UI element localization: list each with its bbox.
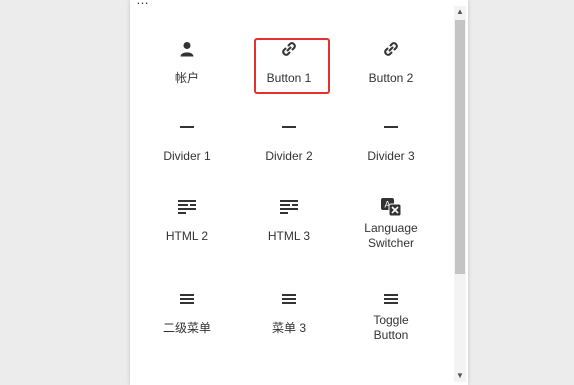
panel-top-edge: … — [130, 0, 468, 7]
block-picker-panel: … 帐户 Button 1 Button 2 Divider — [130, 0, 468, 385]
scrollbar-thumb[interactable] — [455, 20, 465, 274]
block-item-html-2[interactable]: HTML 2 — [136, 186, 238, 278]
block-item-label: Divider 3 — [367, 149, 415, 163]
language-icon: A — [340, 198, 442, 216]
link-icon — [340, 40, 442, 58]
selection-highlight — [254, 38, 330, 94]
block-item-label: 帐户 — [174, 71, 199, 85]
block-item-submenu[interactable]: 二级菜单 — [136, 278, 238, 366]
block-item-menu-3[interactable]: 菜单 3 — [238, 278, 340, 366]
block-item-label: 菜单 3 — [271, 321, 306, 335]
divider-icon — [340, 118, 442, 136]
block-item-label: HTML 3 — [267, 229, 311, 243]
block-item-label: 二级菜单 — [162, 321, 211, 335]
block-item-toggle-button[interactable]: Toggle Button — [340, 278, 442, 366]
block-item-label: Divider 1 — [163, 149, 211, 163]
menu-icon — [340, 290, 442, 308]
vertical-scrollbar[interactable]: ▲ ▼ — [454, 6, 466, 382]
block-item-account[interactable]: 帐户 — [136, 28, 238, 106]
text-lines-icon — [136, 198, 238, 216]
block-item-divider-2[interactable]: Divider 2 — [238, 106, 340, 186]
text-lines-icon — [238, 198, 340, 216]
scroll-down-arrow-icon[interactable]: ▼ — [454, 370, 466, 382]
block-item-label: HTML 2 — [165, 229, 209, 243]
block-item-divider-3[interactable]: Divider 3 — [340, 106, 442, 186]
divider-icon — [136, 118, 238, 136]
menu-icon — [238, 290, 340, 308]
block-item-html-3[interactable]: HTML 3 — [238, 186, 340, 278]
block-item-label: Divider 2 — [265, 149, 313, 163]
block-item-button-2[interactable]: Button 2 — [340, 28, 442, 106]
divider-icon — [238, 118, 340, 136]
block-item-label: Language Switcher — [364, 221, 418, 250]
scroll-up-arrow-icon[interactable]: ▲ — [454, 6, 466, 18]
block-item-language-switcher[interactable]: A Language Switcher — [340, 186, 442, 278]
block-item-divider-1[interactable]: Divider 1 — [136, 106, 238, 186]
menu-icon — [136, 290, 238, 308]
user-icon — [136, 40, 238, 58]
top-peek-text: … — [136, 0, 149, 7]
block-item-label: Button 2 — [368, 71, 414, 85]
block-item-label: Toggle Button — [373, 313, 409, 342]
